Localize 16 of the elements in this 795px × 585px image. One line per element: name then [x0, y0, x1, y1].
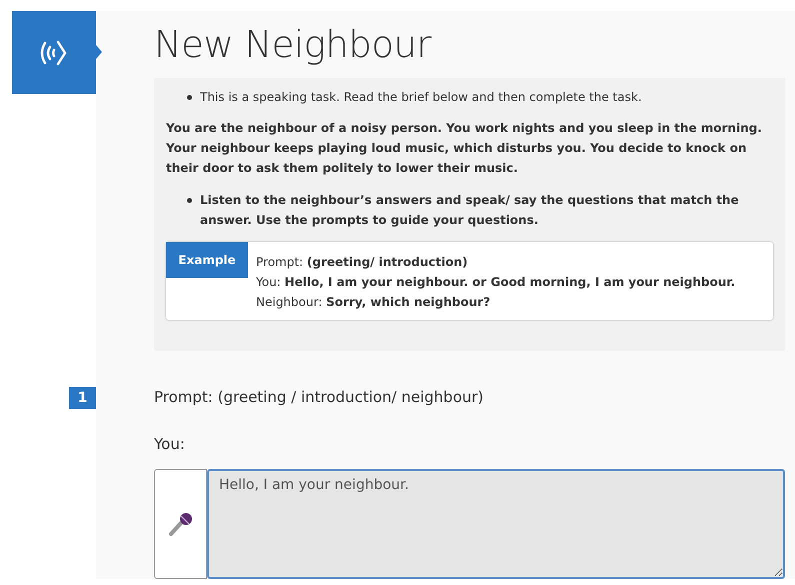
example-label: Example [166, 242, 248, 278]
example-line: You: Hello, I am your neighbour. or Good morning, I am your neighbour. [256, 274, 736, 291]
answer-field[interactable]: Hello, I am your neighbour. [207, 469, 785, 579]
answer-label: You: [154, 435, 186, 455]
task-text: Listen to the neighbour’s answers and speak/ say the questions that match the answer. Use the prompts to guide your questions. [200, 192, 740, 229]
bullet-icon [187, 198, 192, 203]
record-button[interactable] [154, 469, 207, 579]
bullet-icon [187, 95, 192, 100]
example-line: Neighbour: Sorry, which neighbour? [256, 294, 492, 311]
intro-text: This is a speaking task. Read the brief below and then complete the task. [200, 89, 642, 106]
page-title: New Neighbour [154, 23, 432, 66]
microphone-icon [168, 511, 194, 537]
question-number: 1 [69, 387, 96, 409]
example-line: Prompt: (greeting/ introduction) [256, 254, 469, 271]
prompt-text: Prompt: (greeting / introduction/ neighbour) [154, 388, 485, 408]
brief-text: You are the neighbour of a noisy person. You work nights and you sleep in the morning. Your neighbour keeps playing loud music, which disturbs you. You decide to knock on their door to ask them politely to lower their music. [166, 120, 763, 177]
